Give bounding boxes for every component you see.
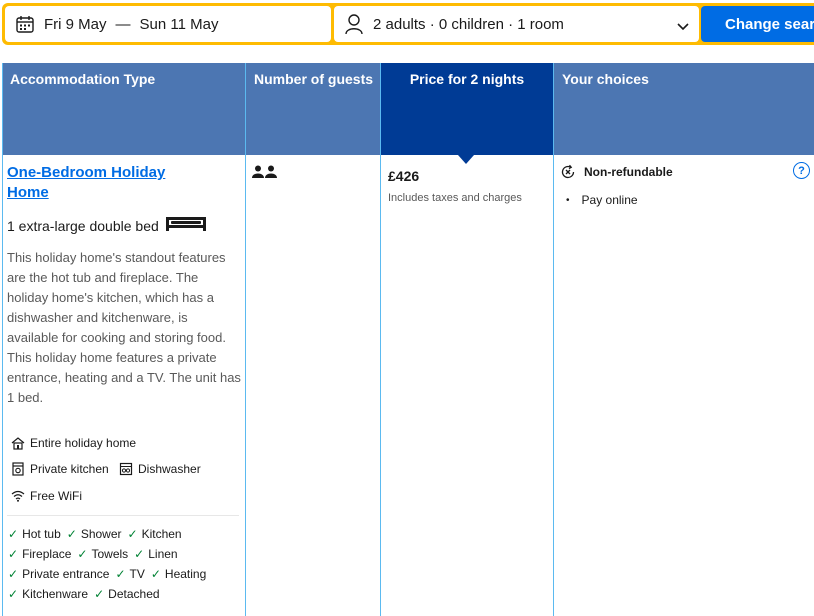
payment-option: • Pay online [566, 193, 638, 207]
column-divider [380, 63, 381, 616]
amenity-item: ✓ Detached [94, 587, 160, 601]
amenity-item: ✓ Towels [77, 547, 129, 561]
chevron-down-icon [677, 18, 689, 35]
check-icon: ✓ [8, 527, 19, 541]
room-name-link[interactable]: One-Bedroom Holiday Home [7, 163, 207, 203]
kitchen-icon [11, 462, 25, 476]
bullet-icon: • [566, 194, 570, 206]
check-icon: ✓ [127, 527, 138, 541]
policy-label: Non-refundable [584, 165, 673, 179]
amenities-row: ✓ Fireplace ✓ Towels ✓ Linen [8, 547, 184, 561]
header-number-of-guests: Number of guests [246, 63, 380, 155]
non-refundable-icon [560, 164, 576, 180]
payment-label: Pay online [581, 193, 638, 207]
room-description: This holiday home's standout features ar… [7, 250, 241, 405]
check-in-date: Fri 9 May [44, 15, 107, 33]
cancellation-policy: Non-refundable [560, 164, 673, 180]
column-divider [553, 63, 554, 616]
check-icon: ✓ [77, 547, 88, 561]
feature-label: Entire holiday home [30, 436, 137, 450]
feature-private-kitchen: Private kitchen [11, 462, 109, 476]
section-divider [7, 515, 239, 516]
house-icon [11, 436, 25, 450]
room-name-line2[interactable]: Home [7, 184, 49, 201]
amenity-item: ✓ TV [115, 567, 145, 581]
price-amount: £426 [388, 168, 420, 184]
bed-info: 1 extra-large double bed [7, 216, 207, 235]
dishwasher-icon [119, 462, 133, 476]
occupancy-picker[interactable]: 2 adults · 0 children · 1 room [334, 6, 699, 42]
feature-label: Free WiFi [30, 489, 82, 503]
price-header-pointer [458, 155, 474, 164]
date-separator: — [115, 15, 131, 33]
person-icon [343, 13, 365, 35]
check-icon: ✓ [115, 567, 126, 581]
amenities-row: ✓ Hot tub ✓ Shower ✓ Kitchen [8, 527, 188, 541]
check-icon: ✓ [94, 587, 105, 601]
amenity-item: ✓ Fireplace [8, 547, 72, 561]
header-price: Price for 2 nights [381, 63, 553, 155]
help-icon[interactable]: ? [793, 162, 810, 179]
bed-label: 1 extra-large double bed [7, 217, 159, 234]
check-icon: ✓ [134, 547, 145, 561]
amenities-row: ✓ Private entrance ✓ TV ✓ Heating [8, 567, 212, 581]
feature-entire-home: Entire holiday home [11, 436, 136, 450]
date-picker[interactable]: Fri 9 May — Sun 11 May [5, 6, 331, 42]
check-icon: ✓ [8, 567, 19, 581]
amenity-item: ✓ Linen [134, 547, 178, 561]
feature-label: Private kitchen [30, 462, 109, 476]
column-divider [245, 63, 246, 616]
calendar-icon [14, 13, 36, 35]
bed-icon [159, 216, 207, 235]
header-accommodation-type: Accommodation Type [2, 63, 245, 155]
amenity-item: ✓ Kitchen [127, 527, 182, 541]
check-icon: ✓ [150, 567, 161, 581]
amenity-item: ✓ Private entrance [8, 567, 110, 581]
check-icon: ✓ [66, 527, 77, 541]
table-header: Accommodation Type Number of guests Pric… [0, 63, 814, 155]
header-your-choices: Your choices [554, 63, 814, 155]
price-note: Includes taxes and charges [388, 192, 522, 204]
room-name-line1[interactable]: One-Bedroom Holiday [7, 164, 165, 181]
check-out-date: Sun 11 May [139, 15, 219, 33]
amenity-item: ✓ Hot tub [8, 527, 61, 541]
two-guests-icon [252, 165, 278, 184]
check-icon: ✓ [8, 547, 19, 561]
check-icon: ✓ [8, 587, 19, 601]
change-search-button[interactable]: Change search [701, 6, 814, 42]
wifi-icon [11, 489, 25, 503]
amenity-item: ✓ Kitchenware [8, 587, 89, 601]
occupancy-value: 2 adults · 0 children · 1 room [373, 15, 564, 33]
amenity-item: ✓ Heating [150, 567, 207, 581]
feature-free-wifi: Free WiFi [11, 489, 82, 503]
feature-label: Dishwasher [138, 462, 201, 476]
feature-dishwasher: Dishwasher [119, 462, 201, 476]
amenities-row: ✓ Kitchenware ✓ Detached [8, 587, 166, 601]
search-bar: Fri 9 May — Sun 11 May 2 adults · 0 chil… [2, 3, 814, 45]
amenity-item: ✓ Shower [66, 527, 122, 541]
column-divider [2, 63, 3, 616]
